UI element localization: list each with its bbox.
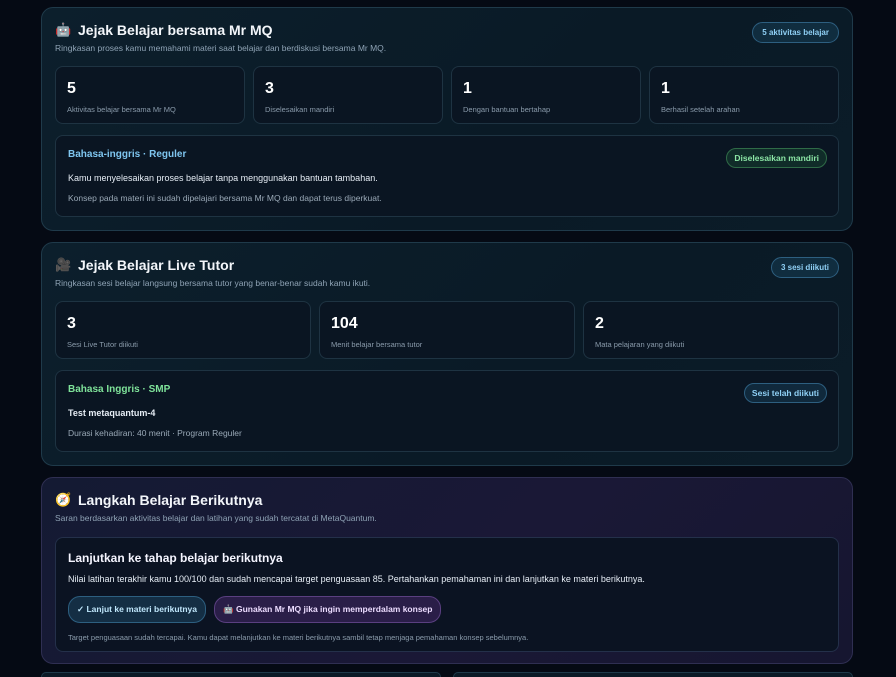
stat-label: Sesi Live Tutor diikuti [67,340,138,349]
robot-icon: 🤖 [55,22,72,37]
stat-label: Aktivitas belajar bersama Mr MQ [67,105,176,114]
mrmq-activity-card: Bahasa-inggris · Reguler Diselesaikan ma… [55,135,839,217]
tutor-section: 🎥 Jejak Belajar Live Tutor Ringkasan ses… [41,242,853,466]
tutor-stats: 3 Sesi Live Tutor diikuti 104 Menit bela… [55,301,839,359]
next-subtitle: Saran berdasarkan aktivitas belajar dan … [55,513,377,523]
stat-card: 1 Dengan bantuan bertahap [451,66,641,124]
next-card-edge [453,672,853,677]
mrmq-section: 🤖 Jejak Belajar bersama Mr MQ Ringkasan … [41,7,853,231]
mrmq-title: Jejak Belajar bersama Mr MQ [78,22,273,38]
use-mr-mq-button[interactable]: 🤖 Gunakan Mr MQ jika ingin memperdalam k… [214,596,442,623]
tutor-session-count-badge: 3 sesi diikuti [770,257,839,278]
stat-card: 5 Aktivitas belajar bersama Mr MQ [55,66,245,124]
stat-value: 1 [661,80,670,97]
mrmq-header: 🤖 Jejak Belajar bersama Mr MQ Ringkasan … [55,20,839,56]
stat-label: Diselesaikan mandiri [265,105,335,114]
stat-card: 3 Diselesaikan mandiri [253,66,443,124]
stat-value: 3 [265,80,274,97]
stat-value: 104 [331,315,358,332]
mrmq-subtitle: Ringkasan proses kamu memahami materi sa… [55,43,387,53]
activity-note: Konsep pada materi ini sudah dipelajari … [68,193,382,203]
stat-value: 5 [67,80,76,97]
session-duration: Durasi kehadiran: 40 menit · Program Reg… [68,428,242,438]
stat-card: 1 Berhasil setelah arahan [649,66,839,124]
stat-value: 2 [595,315,604,332]
film-camera-icon: 🎥 [55,257,72,272]
stat-value: 3 [67,315,76,332]
next-card-edge [41,672,441,677]
subject-tag: Bahasa-inggris · Reguler [68,149,187,160]
stat-label: Mata pelajaran yang diikuti [595,340,685,349]
stat-value: 1 [463,80,472,97]
mrmq-activity-count-badge: 5 aktivitas belajar [752,22,839,43]
next-recommendation-card: Lanjutkan ke tahap belajar berikutnya Ni… [55,537,839,652]
stat-label: Berhasil setelah arahan [661,105,740,114]
stat-label: Dengan bantuan bertahap [463,105,551,114]
recommendation-text: Nilai latihan terakhir kamu 100/100 dan … [68,574,645,584]
recommendation-title: Lanjutkan ke tahap belajar berikutnya [68,551,283,565]
tutor-header: 🎥 Jejak Belajar Live Tutor Ringkasan ses… [55,255,839,291]
mrmq-stats: 5 Aktivitas belajar bersama Mr MQ 3 Dise… [55,66,839,124]
status-badge: Sesi telah diikuti [743,383,827,403]
activity-description: Kamu menyelesaikan proses belajar tanpa … [68,173,378,183]
stat-label: Menit belajar bersama tutor [331,340,423,349]
next-title: Langkah Belajar Berikutnya [78,492,263,508]
session-name: Test metaquantum-4 [68,408,156,418]
compass-icon: 🧭 [55,492,72,507]
recommendation-note: Target penguasaan sudah tercapai. Kamu d… [68,633,529,642]
status-badge: Diselesaikan mandiri [726,148,827,168]
stat-card: 3 Sesi Live Tutor diikuti [55,301,311,359]
tutor-session-card: Bahasa Inggris · SMP Sesi telah diikuti … [55,370,839,452]
stat-card: 2 Mata pelajaran yang diikuti [583,301,839,359]
next-header: 🧭 Langkah Belajar Berikutnya Saran berda… [55,490,839,526]
tutor-title: Jejak Belajar Live Tutor [78,257,235,273]
next-material-button[interactable]: ✓ Lanjut ke materi berikutnya [68,596,207,623]
tutor-subtitle: Ringkasan sesi belajar langsung bersama … [55,278,371,288]
subject-tag: Bahasa Inggris · SMP [68,384,171,395]
recommendation-actions: ✓ Lanjut ke materi berikutnya 🤖 Gunakan … [68,596,826,623]
next-steps-section: 🧭 Langkah Belajar Berikutnya Saran berda… [41,477,853,664]
stat-card: 104 Menit belajar bersama tutor [319,301,575,359]
